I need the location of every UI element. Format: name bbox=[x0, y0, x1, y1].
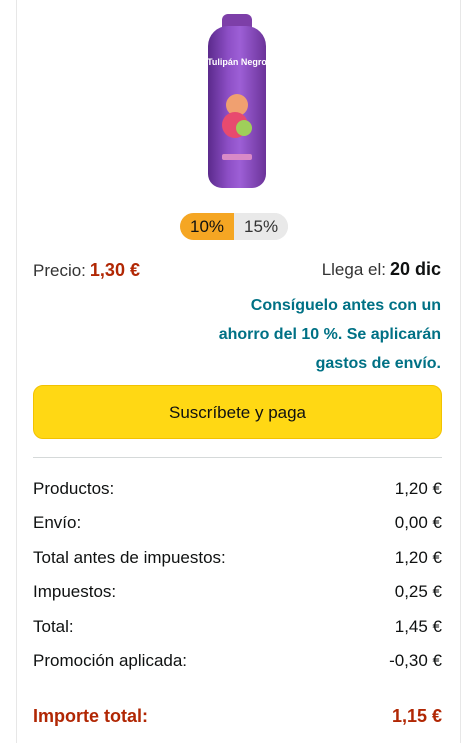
divider bbox=[33, 457, 442, 458]
arrival-label: Llega el: bbox=[321, 260, 386, 279]
summary-row-pretax: Total antes de impuestos: 1,20 € bbox=[33, 544, 442, 578]
frame-divider-left bbox=[16, 0, 17, 743]
price-info: Precio: 1,30 € bbox=[33, 260, 140, 281]
discount-option-selected[interactable]: 10% bbox=[180, 213, 235, 240]
summary-label: Impuestos: bbox=[33, 582, 117, 602]
summary-value: 1,20 € bbox=[394, 479, 442, 498]
grand-total-value: 1,15 € bbox=[391, 706, 442, 726]
summary-row-tax: Impuestos: 0,25 € bbox=[33, 578, 442, 612]
product-image[interactable]: Tulipán Negro bbox=[206, 12, 268, 190]
grand-total: Importe total: 1,15 € bbox=[33, 706, 442, 727]
summary-label: Promoción aplicada: bbox=[33, 650, 188, 670]
summary-value: 0,25 € bbox=[394, 582, 442, 602]
discount-option-other[interactable]: 15% bbox=[234, 213, 289, 240]
summary-label: Total antes de impuestos: bbox=[33, 547, 226, 567]
bottle-label-strip bbox=[222, 154, 252, 160]
order-summary: Productos: 1,20 € Envío: 0,00 € Total an… bbox=[33, 475, 442, 681]
summary-value: 0,00 € bbox=[394, 513, 442, 533]
summary-label: Total: bbox=[33, 616, 74, 636]
price-label: Precio: bbox=[33, 261, 86, 280]
summary-row-shipping: Envío: 0,00 € bbox=[33, 509, 442, 543]
summary-value: 1,45 € bbox=[394, 616, 442, 636]
product-brand-text: Tulipán Negro bbox=[207, 57, 267, 67]
summary-value: -0,30 € bbox=[389, 650, 442, 670]
subscribe-and-pay-button[interactable]: Suscríbete y paga bbox=[33, 385, 442, 439]
arrival-date: 20 dic bbox=[389, 259, 441, 279]
discount-selector: 10% 15% bbox=[180, 213, 289, 240]
frame-divider-right bbox=[460, 0, 461, 743]
summary-label: Productos: bbox=[33, 479, 115, 498]
summary-label: Envío: bbox=[33, 513, 82, 533]
summary-row-promotion: Promoción aplicada: -0,30 € bbox=[33, 647, 442, 681]
grand-total-label: Importe total: bbox=[33, 706, 148, 726]
price-value: 1,30 € bbox=[89, 260, 140, 280]
promo-message[interactable]: Consíguelo antes con un ahorro del 10 %.… bbox=[201, 291, 441, 378]
arrival-info: Llega el: 20 dic bbox=[322, 259, 441, 280]
summary-row-products: Productos: 1,20 € bbox=[33, 475, 442, 509]
summary-value: 1,20 € bbox=[394, 547, 442, 567]
summary-row-total: Total: 1,45 € bbox=[33, 613, 442, 647]
fruit-illustration bbox=[220, 90, 254, 146]
